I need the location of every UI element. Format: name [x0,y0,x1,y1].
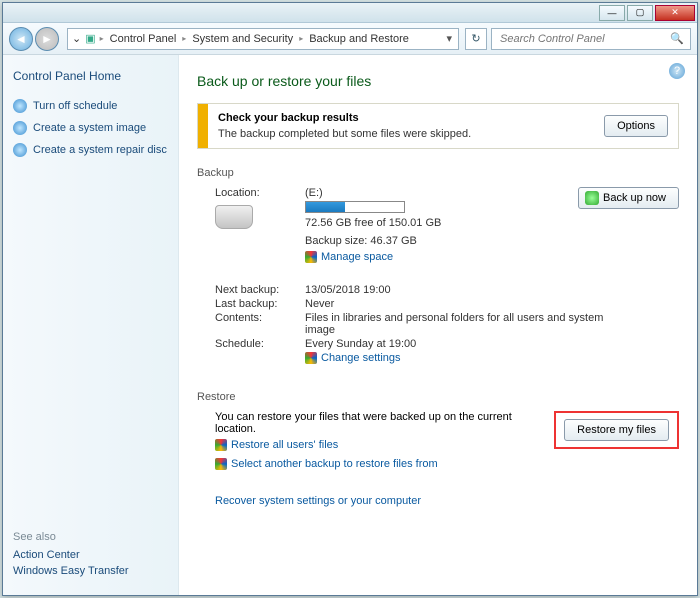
location-value: (E:) [305,187,578,199]
recover-system-link[interactable]: Recover system settings or your computer [215,495,421,507]
titlebar: — ▢ ✕ [3,3,697,23]
restore-all-users-link[interactable]: Restore all users' files [215,439,338,451]
minimize-button[interactable]: — [599,5,625,21]
search-icon[interactable]: 🔍 [670,32,684,45]
sidebar-link-label: Create a system repair disc [33,144,167,156]
maximize-button[interactable]: ▢ [627,5,653,21]
change-settings-link[interactable]: Change settings [305,352,401,364]
alert-title: Check your backup results [218,112,584,124]
sidebar-link-turn-off-schedule[interactable]: Turn off schedule [13,99,168,113]
window: — ▢ ✕ ◄ ► ⌄ ▣ ▸ Control Panel ▸ System a… [2,2,698,596]
breadcrumb-control-panel[interactable]: Control Panel [104,33,183,45]
see-also-easy-transfer[interactable]: Windows Easy Transfer [13,565,168,577]
shield-icon [215,439,227,451]
select-another-backup-link[interactable]: Select another backup to restore files f… [215,458,438,470]
link-label: Manage space [321,251,393,263]
main-content: ? Back up or restore your files Check yo… [179,55,697,595]
link-label: Select another backup to restore files f… [231,458,438,470]
backup-size-text: Backup size: 46.37 GB [305,235,578,247]
sidebar-link-label: Turn off schedule [33,100,117,112]
sidebar-link-create-repair-disc[interactable]: Create a system repair disc [13,143,168,157]
next-backup-value: 13/05/2018 19:00 [305,284,679,296]
sidebar: Control Panel Home Turn off schedule Cre… [3,55,179,595]
see-also-action-center[interactable]: Action Center [13,549,168,561]
nav-forward-button[interactable]: ► [35,27,59,51]
alert-color-bar [198,104,208,148]
navbar: ◄ ► ⌄ ▣ ▸ Control Panel ▸ System and Sec… [3,23,697,55]
breadcrumb-backup-restore[interactable]: Backup and Restore [303,33,415,45]
contents-value: Files in libraries and personal folders … [305,312,605,336]
space-progress [305,201,405,213]
schedule-label: Schedule: [215,338,305,350]
shield-icon [13,121,27,135]
link-label: Restore all users' files [231,439,338,451]
control-panel-home-link[interactable]: Control Panel Home [13,69,168,83]
alert-message: The backup completed but some files were… [218,128,584,140]
recent-locations-icon[interactable]: ⌄ [68,32,81,45]
search-box[interactable]: 🔍 [491,28,691,50]
next-backup-label: Next backup: [215,284,305,296]
shield-icon [305,352,317,364]
backup-icon [585,191,599,205]
help-button[interactable]: ? [669,63,685,79]
body: Control Panel Home Turn off schedule Cre… [3,55,697,595]
last-backup-label: Last backup: [215,298,305,310]
backup-heading: Backup [197,167,679,179]
cp-icon: ▣ [81,32,99,45]
last-backup-value: Never [305,298,679,310]
schedule-value: Every Sunday at 19:00 [305,338,679,350]
link-label: Change settings [321,352,401,364]
search-input[interactable] [498,32,670,46]
contents-label: Contents: [215,312,305,336]
restore-heading: Restore [197,391,679,403]
location-label: Location: [215,187,305,199]
back-up-now-button[interactable]: Back up now [578,187,679,209]
sidebar-link-create-system-image[interactable]: Create a system image [13,121,168,135]
restore-highlight: Restore my files [554,411,679,449]
button-label: Back up now [603,192,666,204]
breadcrumb-system-security[interactable]: System and Security [186,33,299,45]
shield-icon [13,99,27,113]
alert-box: Check your backup results The backup com… [197,103,679,149]
close-button[interactable]: ✕ [655,5,695,21]
see-also: See also Action Center Windows Easy Tran… [13,511,168,581]
restore-my-files-button[interactable]: Restore my files [564,419,669,441]
see-also-heading: See also [13,531,168,543]
refresh-button[interactable]: ↻ [465,28,487,50]
sidebar-link-label: Create a system image [33,122,146,134]
shield-icon [215,458,227,470]
address-bar[interactable]: ⌄ ▣ ▸ Control Panel ▸ System and Securit… [67,28,459,50]
nav-back-button[interactable]: ◄ [9,27,33,51]
shield-icon [13,143,27,157]
free-space-text: 72.56 GB free of 150.01 GB [305,217,578,229]
address-dropdown[interactable]: ▾ [440,32,458,45]
manage-space-link[interactable]: Manage space [305,251,393,263]
drive-icon [215,205,253,229]
alert-body: Check your backup results The backup com… [208,104,594,148]
shield-icon [305,251,317,263]
page-title: Back up or restore your files [197,73,679,89]
options-button[interactable]: Options [604,115,668,137]
